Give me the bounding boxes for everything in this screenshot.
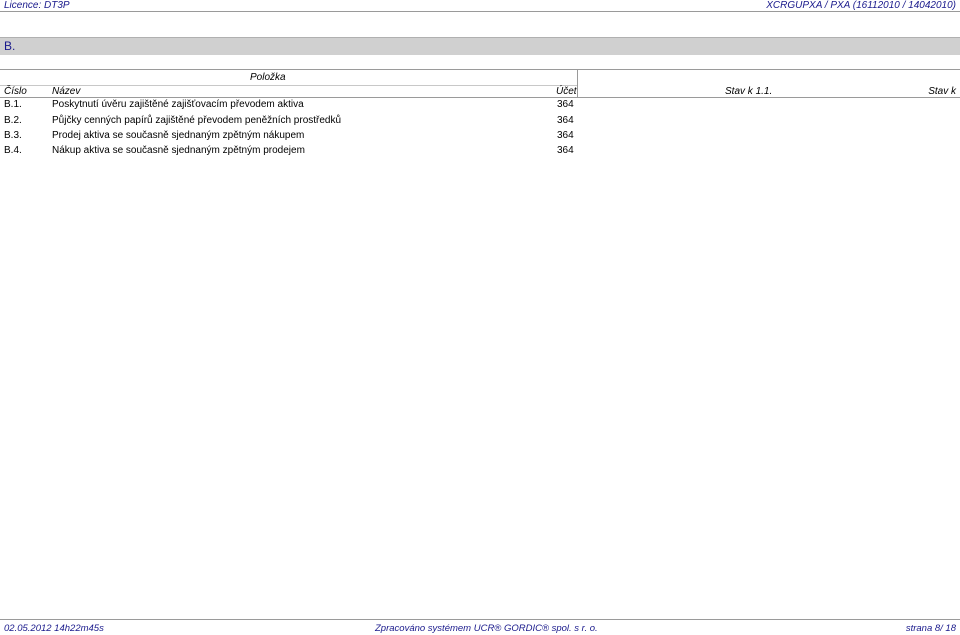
section-header-bar: B. (0, 37, 960, 55)
column-name-header: Název (52, 86, 81, 97)
row-account: 364 (557, 145, 574, 156)
section-title: B. (4, 39, 16, 53)
column-group-label: Položka (250, 72, 286, 83)
column-separator (577, 70, 578, 97)
footer-processed-by: Zpracováno systémem UCR® GORDIC® spol. s… (375, 623, 598, 634)
footer-divider (0, 619, 960, 620)
column-state-end-header: Stav k (928, 86, 956, 97)
row-name: Poskytnutí úvěru zajištěné zajišťovacím … (52, 99, 304, 110)
row-number: B.4. (4, 145, 22, 156)
row-name: Prodej aktiva se současně sjednaným zpět… (52, 130, 305, 141)
column-subheader-divider (0, 85, 577, 86)
row-name: Nákup aktiva se současně sjednaným zpětn… (52, 145, 305, 156)
column-header: Položka Číslo Název Účet Stav k 1.1. Sta… (0, 69, 960, 98)
header-divider (0, 11, 960, 12)
footer-timestamp: 02.05.2012 14h22m45s (4, 623, 104, 634)
row-number: B.2. (4, 115, 22, 126)
row-name: Půjčky cenných papírů zajištěné převodem… (52, 115, 342, 126)
license-label: Licence: DT3P (4, 0, 70, 11)
table-row: B.3. Prodej aktiva se současně sjednaným… (0, 130, 580, 145)
row-number: B.1. (4, 99, 22, 110)
column-account-header: Účet (556, 86, 577, 97)
row-account: 364 (557, 99, 574, 110)
table-row: B.4. Nákup aktiva se současně sjednaným … (0, 145, 580, 160)
column-state-start-header: Stav k 1.1. (725, 86, 773, 97)
footer-page-number: strana 8/ 18 (905, 623, 956, 634)
table-row: B.2. Půjčky cenných papírů zajištěné pře… (0, 115, 580, 130)
row-account: 364 (557, 130, 574, 141)
row-number: B.3. (4, 130, 22, 141)
row-account: 364 (557, 115, 574, 126)
column-number-header: Číslo (4, 86, 27, 97)
table-row: B.1. Poskytnutí úvěru zajištěné zajišťov… (0, 99, 580, 114)
report-code: XCRGUPXA / PXA (16112010 / 14042010) (766, 0, 956, 11)
